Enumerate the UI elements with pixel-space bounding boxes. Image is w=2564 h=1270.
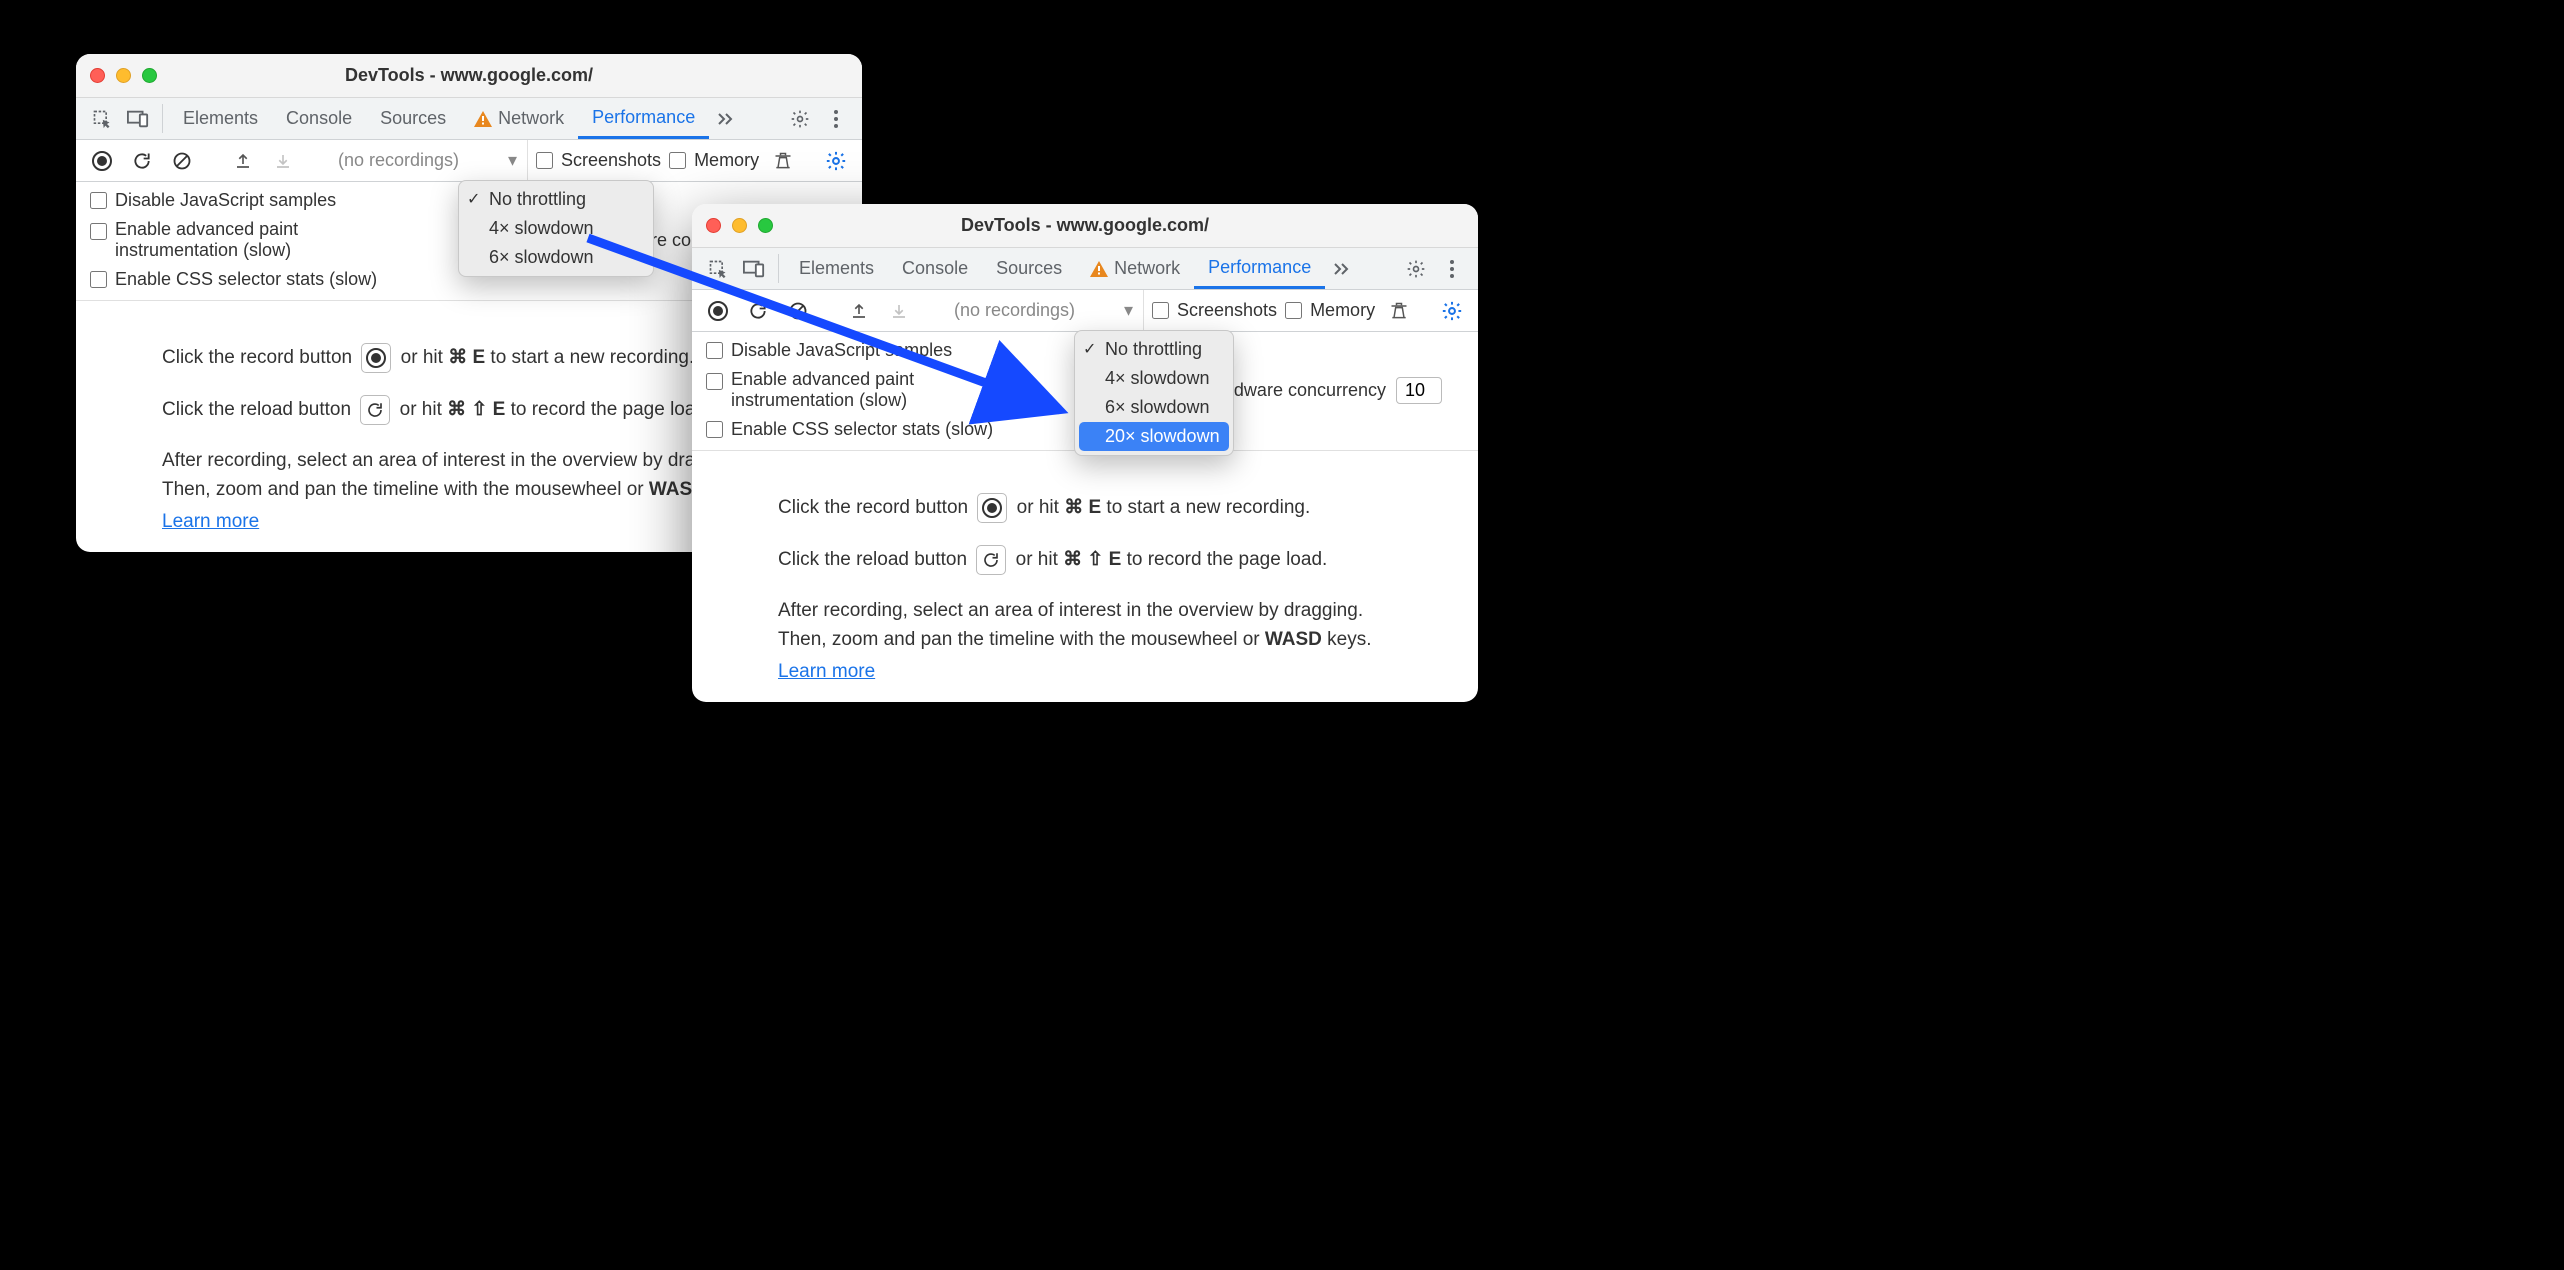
device-toggle-icon[interactable] — [120, 98, 156, 139]
tab-console[interactable]: Console — [888, 248, 982, 289]
screenshots-checkbox[interactable]: Screenshots — [536, 150, 661, 171]
window-title: DevTools - www.google.com/ — [76, 65, 862, 86]
performance-toolbar: (no recordings) ▾ Screenshots Memory — [692, 290, 1478, 332]
tab-console[interactable]: Console — [272, 98, 366, 139]
panel-tabs: Elements Console Sources Network Perform… — [76, 98, 862, 140]
settings-left-col: Disable JavaScript samples Enable advanc… — [706, 340, 1065, 440]
record-button-inline-icon — [977, 493, 1007, 523]
tab-network[interactable]: Network — [1076, 248, 1194, 289]
learn-more-link[interactable]: Learn more — [162, 511, 259, 532]
dropdown-option-4x[interactable]: 4× slowdown — [459, 214, 653, 243]
recordings-select[interactable]: (no recordings) ▾ — [328, 140, 528, 181]
capture-settings-gear-icon[interactable] — [1436, 295, 1468, 327]
warning-icon — [474, 111, 492, 127]
inspect-icon[interactable] — [84, 98, 120, 139]
after-hint: After recording, select an area of inter… — [162, 447, 776, 504]
record-button[interactable] — [702, 295, 734, 327]
more-tabs-icon[interactable] — [1325, 248, 1361, 289]
inspect-icon[interactable] — [700, 248, 736, 289]
reload-record-button[interactable] — [126, 145, 158, 177]
record-hint: Click the record button or hit ⌘ E to st… — [778, 493, 1392, 523]
devtools-window: DevTools - www.google.com/ Elements Cons… — [692, 204, 1478, 702]
hw-concurrency-input[interactable] — [1396, 377, 1442, 404]
kebab-menu-icon[interactable] — [818, 98, 854, 139]
recordings-select[interactable]: (no recordings) ▾ — [944, 290, 1144, 331]
tab-network-label: Network — [1114, 258, 1180, 279]
download-profile-icon[interactable] — [883, 295, 915, 327]
dropdown-option-no-throttling[interactable]: No throttling — [1075, 335, 1233, 364]
tab-performance[interactable]: Performance — [578, 98, 709, 139]
upload-profile-icon[interactable] — [227, 145, 259, 177]
css-selector-stats-checkbox[interactable]: Enable CSS selector stats (slow) — [706, 419, 1065, 440]
record-button[interactable] — [86, 145, 118, 177]
reload-record-button[interactable] — [742, 295, 774, 327]
recordings-select-label: (no recordings) — [954, 300, 1075, 321]
titlebar: DevTools - www.google.com/ — [76, 54, 862, 98]
divider — [778, 254, 779, 283]
reload-button-inline-icon — [976, 545, 1006, 575]
tab-elements[interactable]: Elements — [169, 98, 272, 139]
chevron-down-icon: ▾ — [1124, 300, 1133, 321]
collect-garbage-icon[interactable] — [1383, 295, 1415, 327]
performance-toolbar: (no recordings) ▾ Screenshots Memory — [76, 140, 862, 182]
after-hint: After recording, select an area of inter… — [778, 597, 1392, 654]
tab-network[interactable]: Network — [460, 98, 578, 139]
css-selector-stats-checkbox[interactable]: Enable CSS selector stats (slow) — [90, 269, 449, 290]
record-hint: Click the record button or hit ⌘ E to st… — [162, 343, 776, 373]
kebab-menu-icon[interactable] — [1434, 248, 1470, 289]
window-title: DevTools - www.google.com/ — [692, 215, 1478, 236]
cpu-throttling-dropdown[interactable]: No throttling 4× slowdown 6× slowdown — [458, 180, 654, 277]
settings-gear-icon[interactable] — [1398, 248, 1434, 289]
tab-sources[interactable]: Sources — [366, 98, 460, 139]
dropdown-option-6x[interactable]: 6× slowdown — [459, 243, 653, 272]
performance-hints: Click the record button or hit ⌘ E to st… — [692, 451, 1478, 735]
dropdown-option-20x[interactable]: 20× slowdown — [1079, 422, 1229, 451]
clear-button[interactable] — [166, 145, 198, 177]
chevron-down-icon: ▾ — [508, 150, 517, 171]
memory-checkbox[interactable]: Memory — [1285, 300, 1375, 321]
memory-checkbox[interactable]: Memory — [669, 150, 759, 171]
record-button-inline-icon — [361, 343, 391, 373]
advanced-paint-checkbox[interactable]: Enable advanced paint instrumentation (s… — [90, 219, 449, 261]
more-tabs-icon[interactable] — [709, 98, 745, 139]
divider — [162, 104, 163, 133]
capture-settings-gear-icon[interactable] — [820, 145, 852, 177]
settings-left-col: Disable JavaScript samples Enable advanc… — [90, 190, 449, 290]
reload-hint: Click the reload button or hit ⌘ ⇧ E to … — [778, 545, 1392, 575]
screenshots-checkbox[interactable]: Screenshots — [1152, 300, 1277, 321]
recordings-select-label: (no recordings) — [338, 150, 459, 171]
learn-more-link[interactable]: Learn more — [778, 661, 875, 682]
disable-js-samples-checkbox[interactable]: Disable JavaScript samples — [706, 340, 1065, 361]
device-toggle-icon[interactable] — [736, 248, 772, 289]
reload-hint: Click the reload button or hit ⌘ ⇧ E to … — [162, 395, 776, 425]
warning-icon — [1090, 261, 1108, 277]
upload-profile-icon[interactable] — [843, 295, 875, 327]
dropdown-option-4x[interactable]: 4× slowdown — [1075, 364, 1233, 393]
dropdown-option-no-throttling[interactable]: No throttling — [459, 185, 653, 214]
tab-performance[interactable]: Performance — [1194, 248, 1325, 289]
panel-tabs: Elements Console Sources Network Perform… — [692, 248, 1478, 290]
disable-js-samples-checkbox[interactable]: Disable JavaScript samples — [90, 190, 449, 211]
collect-garbage-icon[interactable] — [767, 145, 799, 177]
clear-button[interactable] — [782, 295, 814, 327]
dropdown-option-6x[interactable]: 6× slowdown — [1075, 393, 1233, 422]
settings-gear-icon[interactable] — [782, 98, 818, 139]
tab-sources[interactable]: Sources — [982, 248, 1076, 289]
download-profile-icon[interactable] — [267, 145, 299, 177]
capture-settings: Disable JavaScript samples Enable advanc… — [692, 332, 1478, 451]
tab-network-label: Network — [498, 108, 564, 129]
reload-button-inline-icon — [360, 395, 390, 425]
titlebar: DevTools - www.google.com/ — [692, 204, 1478, 248]
tab-elements[interactable]: Elements — [785, 248, 888, 289]
advanced-paint-checkbox[interactable]: Enable advanced paint instrumentation (s… — [706, 369, 1065, 411]
cpu-throttling-dropdown[interactable]: No throttling 4× slowdown 6× slowdown 20… — [1074, 330, 1234, 456]
